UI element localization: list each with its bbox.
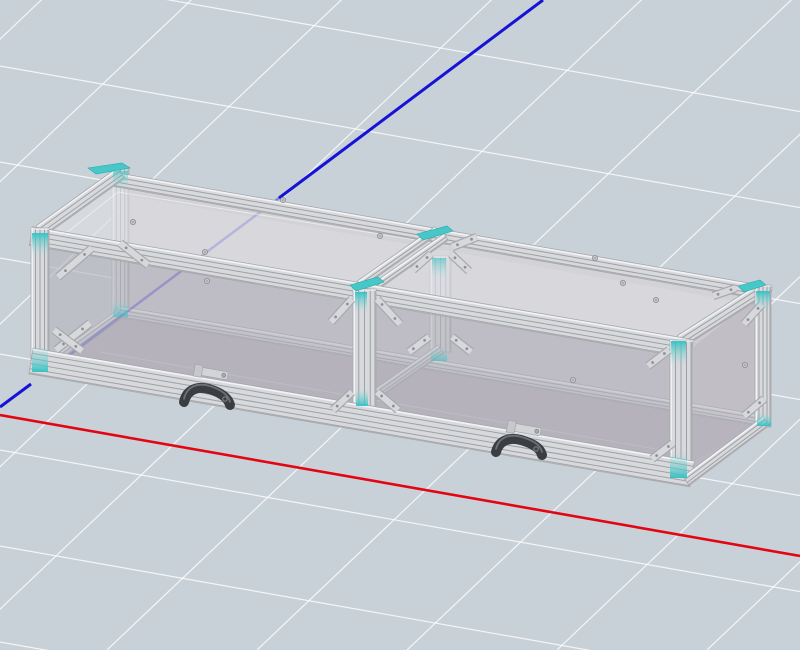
panel-screw[interactable] <box>130 219 135 224</box>
panel-screw[interactable] <box>742 362 747 367</box>
panel-screw[interactable] <box>377 233 382 238</box>
scene-canvas <box>0 0 800 650</box>
teal-br-top[interactable] <box>756 291 770 309</box>
cad-3d-viewport[interactable] <box>0 0 800 650</box>
teal-bm-top[interactable] <box>432 258 446 278</box>
panel-screw[interactable] <box>202 249 207 254</box>
panel-screw[interactable] <box>280 197 285 202</box>
teal-fr-top[interactable] <box>671 341 686 365</box>
teal-fm-bottom[interactable] <box>356 389 368 406</box>
panel-screw[interactable] <box>620 280 625 285</box>
teal-fl-bottom[interactable] <box>32 346 48 372</box>
teal-fl-top[interactable] <box>32 233 48 255</box>
extrusion-frame-enclosure-model[interactable] <box>29 163 772 487</box>
teal-fr-bottom[interactable] <box>670 452 687 478</box>
panel-screw[interactable] <box>653 297 658 302</box>
panel-screw[interactable] <box>570 377 575 382</box>
teal-bm-bottom[interactable] <box>431 347 447 361</box>
teal-fm-top[interactable] <box>355 292 367 312</box>
panel-screw[interactable] <box>204 278 209 283</box>
teal-bl-top[interactable] <box>113 171 128 189</box>
panel-screw[interactable] <box>592 255 597 260</box>
teal-bl-bottom[interactable] <box>113 299 128 317</box>
teal-br-bottom[interactable] <box>757 413 771 426</box>
